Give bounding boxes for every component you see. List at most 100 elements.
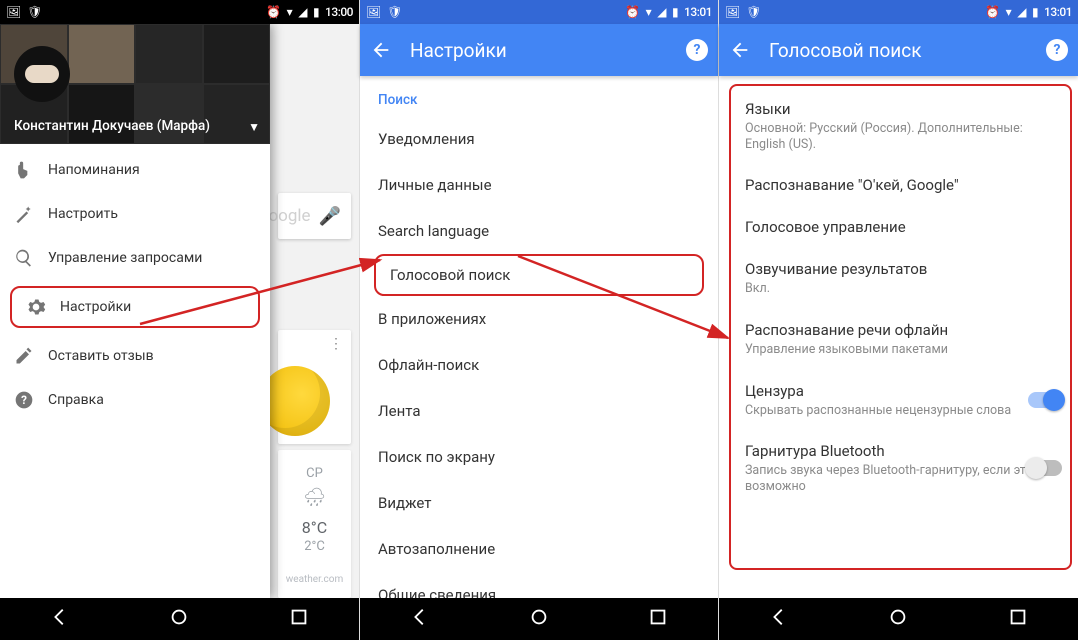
alarm-icon: ⏰ xyxy=(625,5,639,19)
toggle-switch[interactable] xyxy=(1028,392,1062,408)
voice-row[interactable]: Голосовое управление xyxy=(731,206,1070,248)
home-key[interactable] xyxy=(887,606,909,632)
signal-icon: ◢ xyxy=(657,5,666,19)
shield-icon: 🛡 xyxy=(387,5,402,19)
drawer-item-help[interactable]: ? Справка xyxy=(0,378,270,422)
clock: 13:01 xyxy=(684,5,712,19)
drawer-item-label: Оставить отзыв xyxy=(48,348,154,364)
search-widget[interactable]: oogle 🎤 xyxy=(278,193,351,239)
drawer-item-label: Настройки xyxy=(60,299,131,315)
recents-key[interactable] xyxy=(288,606,310,632)
settings-row[interactable]: В приложениях xyxy=(360,296,718,342)
settings-row[interactable]: Виджет xyxy=(360,480,718,526)
drawer-item-wand[interactable]: Настроить xyxy=(0,192,270,236)
phone-1: 🖼 🛡 ⏰ ▾ ◢ ▮ 13:00 oogle 🎤 ⋮ СР 🌧 8°C 2°C xyxy=(0,0,360,640)
voice-row[interactable]: Гарнитура BluetoothЗапись звука через Bl… xyxy=(731,430,1070,506)
settings-row[interactable]: Автозаполнение xyxy=(360,526,718,572)
settings-row[interactable]: Лента xyxy=(360,388,718,434)
settings-row[interactable]: Поиск по экрану xyxy=(360,434,718,480)
settings-row[interactable]: Офлайн-поиск xyxy=(360,342,718,388)
help-icon: ? xyxy=(14,390,48,410)
weather-low: 2°C xyxy=(304,539,325,554)
drawer-item-label: Настроить xyxy=(48,206,118,222)
voice-row[interactable]: Распознавание "О'кей, Google" xyxy=(731,164,1070,206)
voice-row[interactable]: Языки Основной: Русский (Россия). Дополни… xyxy=(731,88,1070,164)
weather-source: weather.com xyxy=(286,574,343,585)
avatar[interactable] xyxy=(14,46,70,102)
drawer-item-label: Управление запросами xyxy=(48,250,202,266)
phone-2: 🖼 🛡 ⏰ ▾ ◢ ▮ 13:01 Настройки ? Поиск Увед… xyxy=(360,0,719,640)
row-subtitle: Основной: Русский (Россия). Дополнительн… xyxy=(745,121,1056,152)
drawer-header[interactable]: Константин Докучаев (Марфа) ▼ xyxy=(0,24,270,144)
recents-key[interactable] xyxy=(1007,606,1029,632)
voice-row[interactable]: ЦензураСкрывать распознанные нецензурные… xyxy=(731,370,1070,431)
toggle-switch[interactable] xyxy=(1028,460,1062,476)
pencil-icon xyxy=(14,346,48,366)
voice-row[interactable]: Озвучивание результатовВкл. xyxy=(731,248,1070,309)
home-key[interactable] xyxy=(528,606,550,632)
row-title: Распознавание "О'кей, Google" xyxy=(745,176,1056,194)
alarm-icon: ⏰ xyxy=(266,5,280,19)
alarm-icon: ⏰ xyxy=(985,5,999,19)
status-bar: 🖼 🛡 ⏰ ▾ ◢ ▮ 13:01 xyxy=(719,0,1078,24)
drawer-item-search[interactable]: Управление запросами xyxy=(0,236,270,280)
account-name: Константин Докучаев (Марфа) xyxy=(14,118,246,134)
row-title: Голосовое управление xyxy=(745,218,1056,236)
mic-icon[interactable]: 🎤 xyxy=(319,206,341,227)
search-hint: oogle xyxy=(268,206,310,226)
row-subtitle: Управление языковыми пакетами xyxy=(745,342,1056,358)
highlight-box: Языки Основной: Русский (Россия). Дополни… xyxy=(729,84,1072,570)
settings-row[interactable]: Голосовой поиск xyxy=(374,254,704,296)
row-title: Цензура xyxy=(745,382,1056,400)
settings-row[interactable]: Уведомления xyxy=(360,116,718,162)
phone-3: 🖼 🛡 ⏰ ▾ ◢ ▮ 13:01 Голосовой поиск ? Язык… xyxy=(719,0,1078,640)
weather-icon: 🌧 xyxy=(303,487,326,508)
wand-icon xyxy=(14,204,48,224)
back-key[interactable] xyxy=(409,606,431,632)
page-title: Голосовой поиск xyxy=(769,39,1046,62)
svg-text:?: ? xyxy=(21,393,27,407)
settings-row[interactable]: Search language xyxy=(360,208,718,254)
recents-key[interactable] xyxy=(647,606,669,632)
gear-icon xyxy=(26,297,60,317)
status-bar: 🖼 🛡 ⏰ ▾ ◢ ▮ 13:01 xyxy=(360,0,718,24)
weather-day: СР xyxy=(306,466,323,481)
status-bar: 🖼 🛡 ⏰ ▾ ◢ ▮ 13:00 xyxy=(0,0,359,24)
section-heading: Поиск xyxy=(360,76,718,116)
nav-bar xyxy=(360,598,718,640)
nav-bar xyxy=(719,598,1078,640)
shield-icon: 🛡 xyxy=(27,5,42,19)
back-key[interactable] xyxy=(49,606,71,632)
search-icon xyxy=(14,248,48,268)
drawer-item-gear[interactable]: Настройки xyxy=(10,286,260,328)
row-title: Озвучивание результатов xyxy=(745,260,1056,278)
page-title: Настройки xyxy=(410,39,686,62)
nav-drawer: Константин Докучаев (Марфа) ▼ Напоминани… xyxy=(0,24,270,598)
back-button[interactable] xyxy=(370,39,410,61)
image-icon: 🖼 xyxy=(6,5,21,19)
weather-card[interactable]: СР 🌧 8°C 2°C weather.com xyxy=(278,450,351,598)
voice-row[interactable]: Распознавание речи офлайн Управление язык… xyxy=(731,309,1070,370)
drawer-item-label: Справка xyxy=(48,392,104,408)
row-title: Распознавание речи офлайн xyxy=(745,321,1056,339)
row-title: Гарнитура Bluetooth xyxy=(745,442,1056,460)
battery-icon: ▮ xyxy=(672,5,678,19)
settings-row[interactable]: Личные данные xyxy=(360,162,718,208)
drawer-item-finger[interactable]: Напоминания xyxy=(0,148,270,192)
help-icon[interactable]: ? xyxy=(1046,39,1068,61)
now-card[interactable]: ⋮ xyxy=(278,330,351,444)
help-icon[interactable]: ? xyxy=(686,39,708,61)
battery-icon: ▮ xyxy=(1032,5,1038,19)
chevron-down-icon[interactable]: ▼ xyxy=(248,120,260,134)
finger-icon xyxy=(14,160,48,180)
drawer-item-pencil[interactable]: Оставить отзыв xyxy=(0,334,270,378)
signal-icon: ◢ xyxy=(1017,5,1026,19)
wifi-icon: ▾ xyxy=(287,5,293,19)
weather-high: 8°C xyxy=(302,518,327,537)
clock: 13:01 xyxy=(1044,5,1072,19)
back-button[interactable] xyxy=(729,39,769,61)
overflow-icon[interactable]: ⋮ xyxy=(329,336,343,352)
back-key[interactable] xyxy=(768,606,790,632)
row-title: Языки xyxy=(745,100,1056,118)
home-key[interactable] xyxy=(168,606,190,632)
